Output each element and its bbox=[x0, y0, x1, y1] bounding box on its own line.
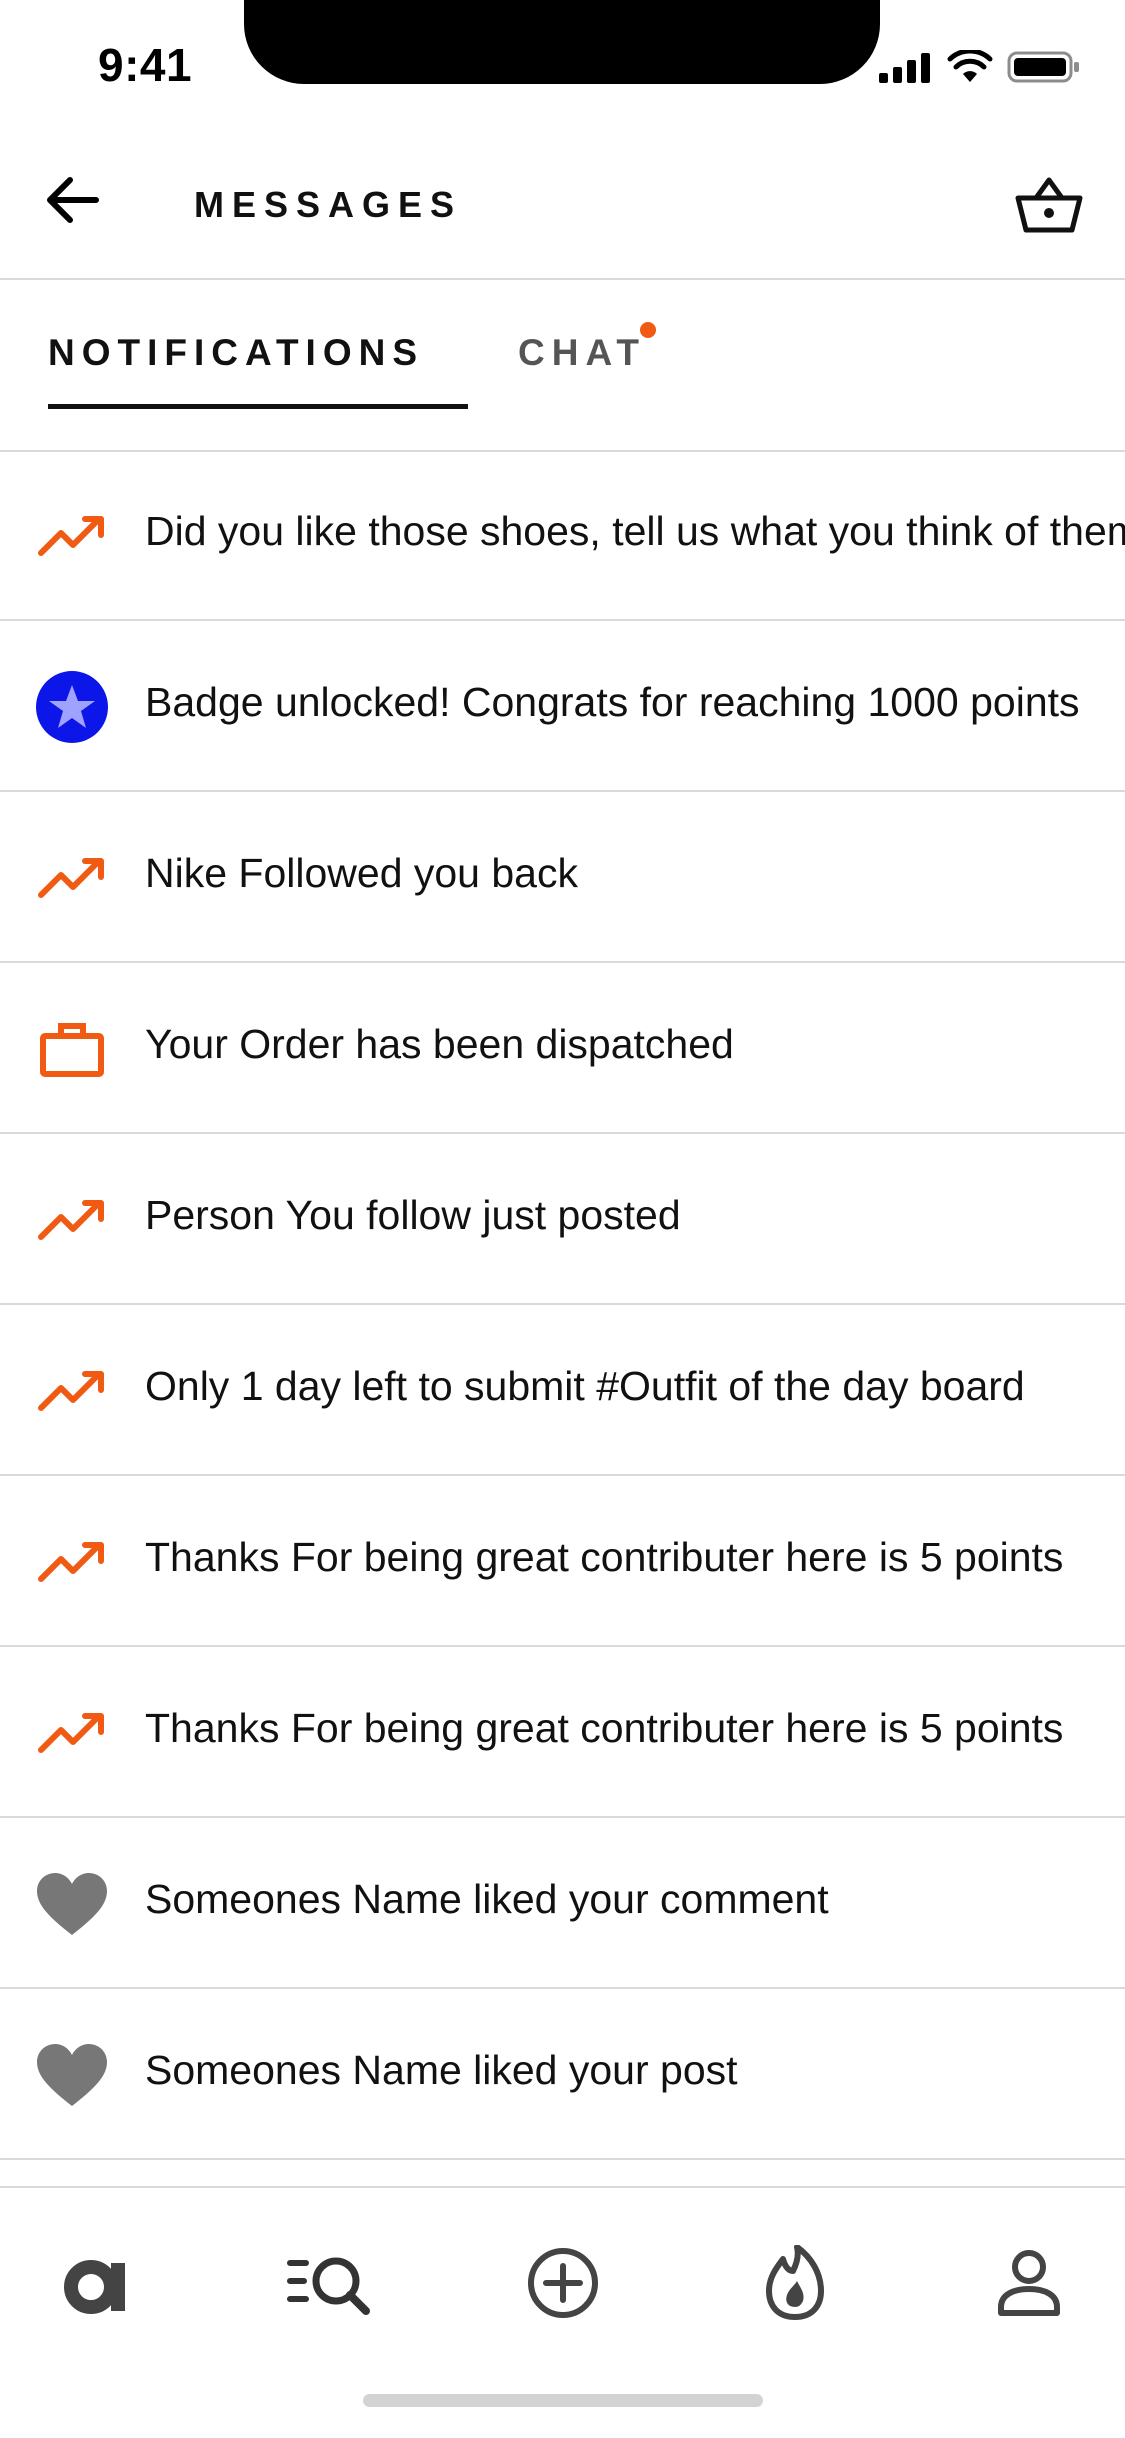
device-notch bbox=[244, 0, 880, 84]
active-tab-indicator bbox=[48, 404, 468, 409]
briefcase-icon bbox=[34, 1011, 110, 1087]
arrow-left-icon bbox=[47, 177, 99, 223]
notification-text: Thanks For being great contributer here … bbox=[145, 1534, 1064, 1580]
message-tabs: NOTIFICATIONS CHAT bbox=[0, 280, 1125, 452]
notification-item[interactable]: Thanks For being great contributer here … bbox=[0, 1476, 1125, 1647]
nav-search-button[interactable] bbox=[274, 2228, 384, 2338]
notification-item[interactable]: Did you like those shoes, tell us what y… bbox=[0, 450, 1125, 621]
notification-item[interactable]: Thanks For being great contributer here … bbox=[0, 1647, 1125, 1818]
notification-text: Person You follow just posted bbox=[145, 1192, 681, 1238]
notification-item[interactable]: Someones Name liked your comment bbox=[0, 1818, 1125, 1989]
trend-up-icon bbox=[34, 1182, 110, 1258]
notification-item[interactable]: Nike Followed you back bbox=[0, 792, 1125, 963]
notification-text: Nike Followed you back bbox=[145, 850, 578, 896]
notification-text: Thanks For being great contributer here … bbox=[145, 1705, 1064, 1751]
wifi-icon bbox=[947, 50, 993, 82]
nav-profile-button[interactable] bbox=[974, 2228, 1084, 2338]
nav-trending-button[interactable] bbox=[740, 2228, 850, 2338]
notification-item[interactable]: Your Order has been dispatched bbox=[0, 963, 1125, 1134]
nav-add-button[interactable] bbox=[508, 2228, 618, 2338]
profile-icon bbox=[998, 2250, 1060, 2316]
basket-icon bbox=[1015, 177, 1083, 233]
trend-up-icon bbox=[34, 1524, 110, 1600]
page-title: MESSAGES bbox=[194, 184, 463, 225]
notification-text: Did you like those shoes, tell us what y… bbox=[145, 508, 1125, 554]
search-list-icon bbox=[287, 2257, 370, 2315]
notification-list: Did you like those shoes, tell us what y… bbox=[0, 450, 1125, 2160]
trend-up-icon bbox=[34, 1353, 110, 1429]
header: MESSAGES bbox=[0, 120, 1125, 280]
trend-up-icon bbox=[34, 840, 110, 916]
home-logo-icon bbox=[64, 2260, 125, 2314]
notification-item[interactable]: Badge unlocked! Congrats for reaching 10… bbox=[0, 621, 1125, 792]
tab-chat[interactable]: CHAT bbox=[518, 332, 646, 406]
add-circle-icon bbox=[528, 2248, 598, 2318]
heart-icon bbox=[34, 2037, 110, 2113]
trend-up-icon bbox=[34, 498, 110, 574]
battery-icon bbox=[1007, 51, 1079, 83]
notification-item[interactable]: Someones Name liked your post bbox=[0, 1989, 1125, 2160]
notification-item[interactable]: Person You follow just posted bbox=[0, 1134, 1125, 1305]
status-icons bbox=[879, 50, 1081, 84]
star-badge-icon bbox=[34, 669, 110, 745]
back-button[interactable] bbox=[42, 170, 102, 230]
basket-button[interactable] bbox=[1009, 170, 1089, 240]
notification-text: Someones Name liked your comment bbox=[145, 1876, 829, 1922]
notification-text: Badge unlocked! Congrats for reaching 10… bbox=[145, 679, 1080, 725]
heart-icon bbox=[34, 1866, 110, 1942]
tab-notifications[interactable]: NOTIFICATIONS bbox=[48, 332, 424, 406]
notification-text: Your Order has been dispatched bbox=[145, 1021, 734, 1067]
chat-unread-dot bbox=[640, 322, 656, 338]
notification-text: Only 1 day left to submit #Outfit of the… bbox=[145, 1363, 1025, 1409]
trend-up-icon bbox=[34, 1695, 110, 1771]
status-time: 9:41 bbox=[98, 39, 193, 91]
trending-flame-icon bbox=[766, 2245, 824, 2320]
home-indicator bbox=[363, 2394, 763, 2407]
nav-home-button[interactable] bbox=[42, 2228, 152, 2338]
notification-item[interactable]: Only 1 day left to submit #Outfit of the… bbox=[0, 1305, 1125, 1476]
notification-text: Someones Name liked your post bbox=[145, 2047, 738, 2093]
status-bar: 9:41 bbox=[0, 0, 1125, 120]
cellular-signal-icon bbox=[879, 53, 930, 83]
